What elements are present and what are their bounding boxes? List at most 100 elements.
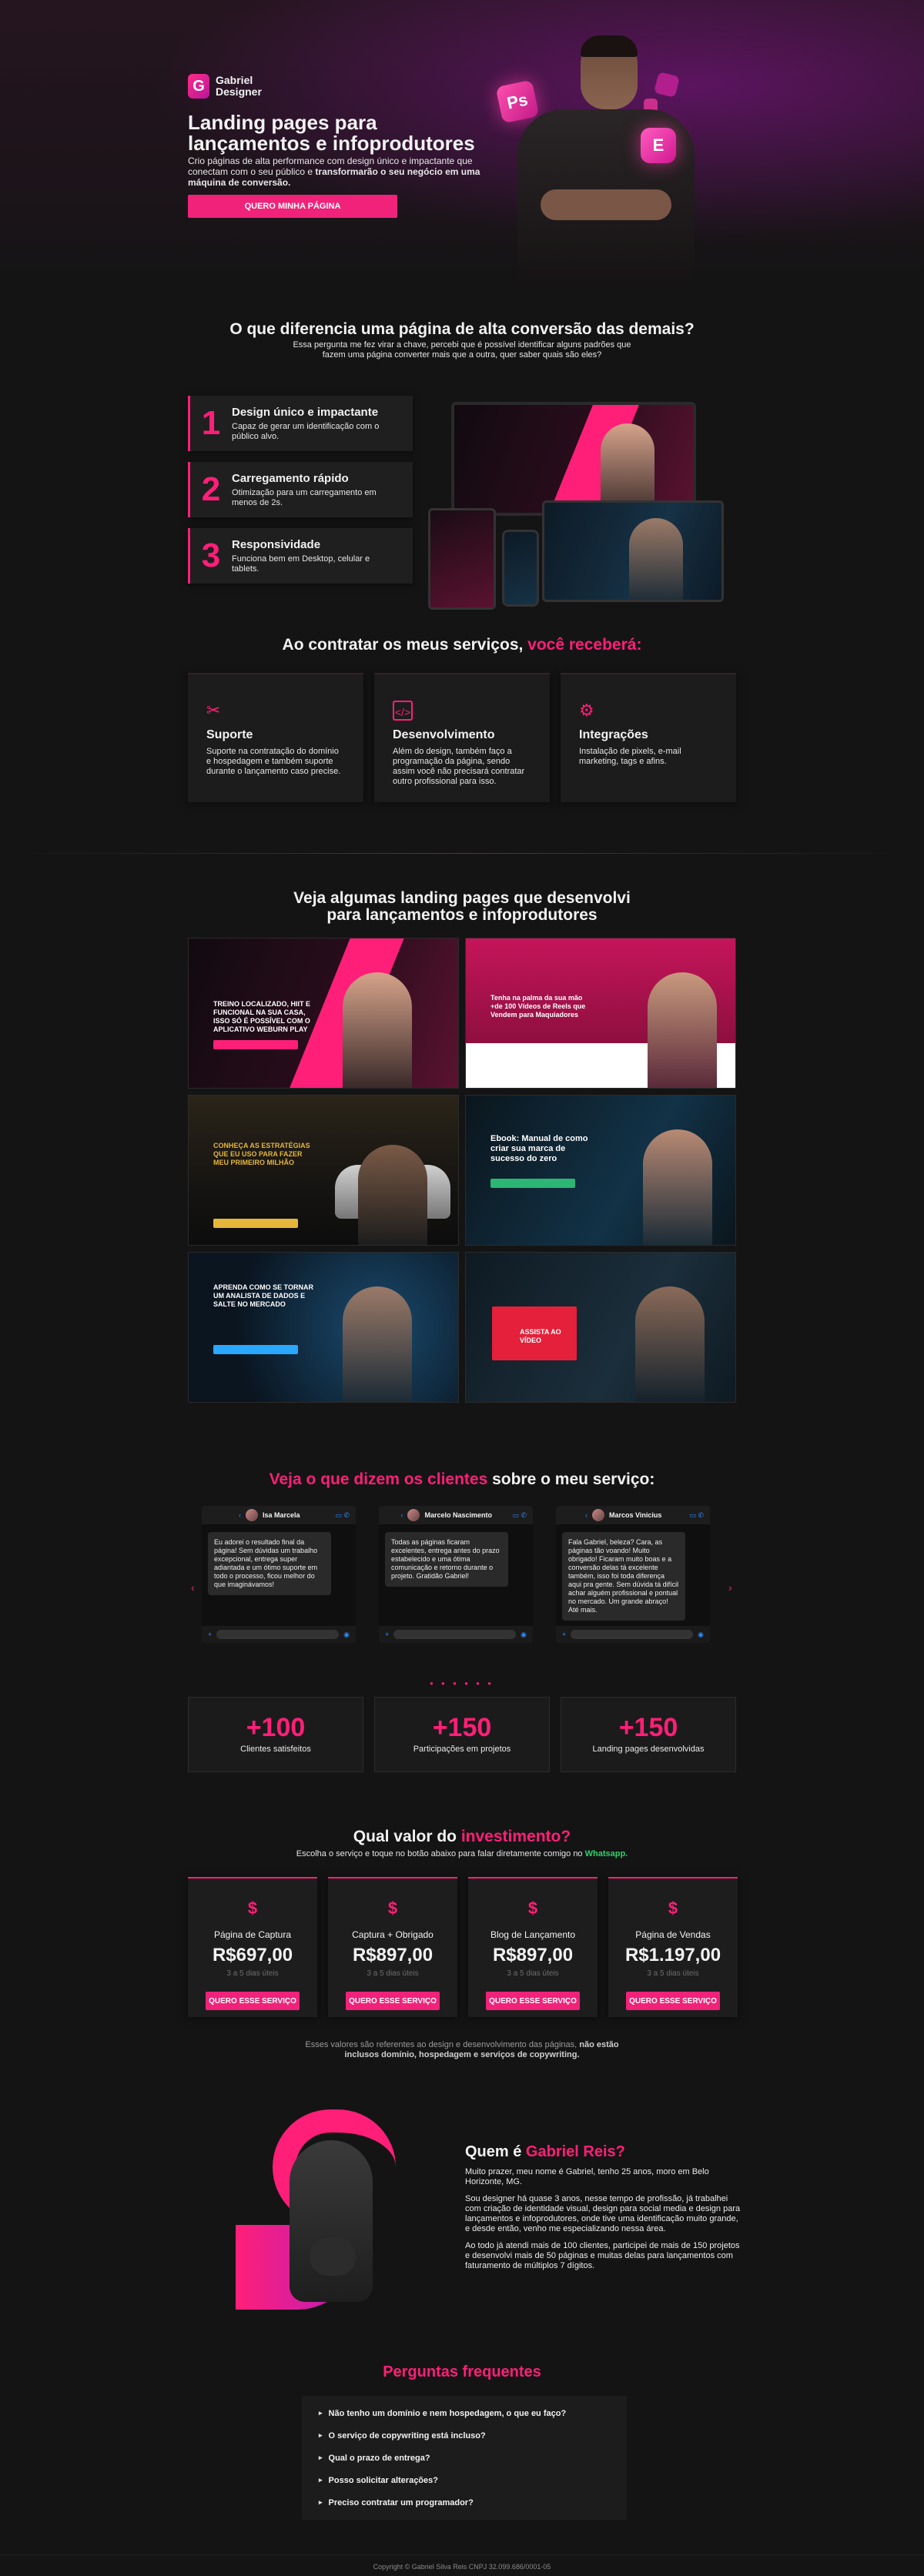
about-title-part1: Quem é (465, 2143, 526, 2160)
service-card-text: Além do design, também faço a programaçã… (393, 747, 525, 786)
price-card-button[interactable]: QUERO ESSE SERVIÇO (206, 1992, 300, 2010)
service-card: </> Desenvolvimento Além do design, tamb… (374, 673, 550, 802)
faq-question: Posso solicitar alterações? (328, 2475, 438, 2485)
about-portrait (236, 2109, 397, 2311)
differential-subtitle-line1: Essa pergunta me fez virar a chave, perc… (293, 340, 631, 350)
price-card-button[interactable]: QUERO ESSE SERVIÇO (486, 1992, 580, 2010)
dollar-icon: $ (247, 1899, 258, 1918)
back-arrow-icon: ‹ (400, 1511, 403, 1519)
price-card-button[interactable]: QUERO ESSE SERVIÇO (346, 1992, 440, 2010)
price-card-name: Blog de Lançamento (490, 1929, 576, 1940)
price-card-value: R$1.197,00 (624, 1945, 721, 1965)
portfolio-title: Veja algumas landing pages que desenvolv… (0, 890, 924, 924)
portfolio-item[interactable]: CONHEÇA AS ESTRATÉGIAS QUE EU USO PARA F… (188, 1095, 459, 1246)
portfolio-item[interactable]: ASSISTA AO VÍDEO (465, 1252, 736, 1403)
differential-number: 2 (201, 470, 221, 508)
chat-input-mock (571, 1630, 694, 1639)
dollar-icon: $ (387, 1899, 398, 1918)
stat-value: +150 (618, 1713, 678, 1742)
price-card-deadline: 3 a 5 dias úteis (647, 1969, 699, 1978)
dollar-icon: $ (668, 1899, 678, 1918)
hero-title-line1: Landing pages para (188, 111, 377, 134)
carousel-dots[interactable]: ● ● ● ● ● ● (0, 1680, 924, 1687)
pricing-title: Qual valor do investimento? (0, 1828, 924, 1846)
price-card-button[interactable]: QUERO ESSE SERVIÇO (626, 1992, 720, 2010)
chat-message: Eu adorei o resultado final da página! S… (208, 1532, 331, 1595)
logo[interactable]: G Gabriel Designer (188, 74, 262, 99)
carousel-next-icon[interactable]: › (728, 1581, 732, 1594)
chat-contact-name: Marcelo Nascimento (424, 1511, 492, 1519)
pricing-title-highlight: investimento? (460, 1828, 571, 1845)
stat-card: +150 Participações em projetos (374, 1697, 550, 1772)
faq-question: Não tenho um domínio e nem hospedagem, o… (328, 2408, 567, 2418)
differential-number: 1 (201, 404, 221, 442)
portfolio-item[interactable]: Tenha na palma da sua mão +de 100 Vídeos… (465, 938, 736, 1089)
price-card-name: Página de Captura (213, 1929, 292, 1940)
portfolio-caption: CONHEÇA AS ESTRATÉGIAS QUE EU USO PARA F… (213, 1142, 310, 1166)
logo-line2: Designer (216, 85, 262, 98)
differential-subtitle: Essa pergunta me fez virar a chave, perc… (0, 340, 924, 360)
price-card-value: R$897,00 (492, 1945, 574, 1965)
testimonial-chat: ‹ Marcos Vinicius ▭ ✆ Fala Gabriel, beleza… (556, 1506, 710, 1643)
service-card-text: Suporte na contratação do domínio e hosp… (206, 747, 341, 776)
price-card-value: R$897,00 (352, 1945, 434, 1965)
avatar (245, 1509, 258, 1521)
chat-input-mock (393, 1630, 517, 1639)
stat-value: +100 (246, 1713, 306, 1742)
camera-icon: ◉ (521, 1630, 527, 1638)
tablet-mockup (428, 508, 496, 610)
video-call-icon: ▭ ✆ (335, 1510, 350, 1519)
service-card: ⚙ Integrações Instalação de pixels, e-ma… (561, 673, 736, 802)
faq-list: ▸ Não tenho um domínio e nem hospedagem, … (302, 2396, 627, 2520)
differential-card: 1 Design único e impactante Capaz de gera… (188, 396, 413, 451)
plus-icon: + (562, 1631, 567, 1638)
portfolio-item[interactable]: Ebook: Manual de como criar sua marca de… (465, 1095, 736, 1246)
faq-item[interactable]: ▸ Posso solicitar alterações? (319, 2469, 610, 2491)
testimonial-chat: ‹ Isa Marcela ▭ ✆ Eu adorei o resultado fi… (202, 1506, 356, 1643)
hero-subtitle: Crio páginas de alta performance com des… (188, 156, 480, 188)
portfolio-cta-mock (213, 1219, 298, 1228)
camera-icon: ◉ (698, 1630, 704, 1638)
gear-icon: ⚙ (579, 701, 594, 720)
differential-title: O que diferencia uma página de alta conv… (229, 320, 695, 338)
faq-item[interactable]: ▸ O serviço de copywriting está incluso? (319, 2424, 610, 2447)
differential-card-text: Capaz de gerar um identificação com o pú… (232, 421, 380, 441)
price-card-name: Página de Vendas (635, 1929, 711, 1940)
portfolio-item[interactable]: APRENDA COMO SE TORNAR UM ANALISTA DE DA… (188, 1252, 459, 1403)
differential-number: 3 (201, 537, 221, 574)
portfolio-caption: APRENDA COMO SE TORNAR UM ANALISTA DE DA… (213, 1283, 314, 1308)
laptop-mockup (542, 500, 724, 602)
stat-value: +150 (432, 1713, 492, 1742)
logo-mark: G (188, 74, 209, 99)
video-call-icon: ▭ ✆ (512, 1510, 527, 1519)
whatsapp-link[interactable]: Whatsapp. (585, 1849, 628, 1858)
differential-card-title: Design único e impactante (232, 405, 379, 419)
price-card-deadline: 3 a 5 dias úteis (226, 1969, 279, 1978)
price-card-value: R$697,00 (212, 1945, 293, 1965)
chevron-right-icon: ▸ (319, 2454, 323, 2461)
chevron-right-icon: ▸ (319, 2409, 323, 2417)
pricing-title-part1: Qual valor do (353, 1828, 461, 1845)
portfolio-item[interactable]: TREINO LOCALIZADO, HIIT E FUNCIONAL NA S… (188, 938, 459, 1089)
chevron-right-icon: ▸ (319, 2476, 323, 2484)
services-title: Ao contratar os meus serviços, você rece… (0, 636, 924, 654)
faq-question: O serviço de copywriting está incluso? (328, 2430, 486, 2441)
faq-item[interactable]: ▸ Preciso contratar um programador? (319, 2491, 610, 2514)
faq-item[interactable]: ▸ Não tenho um domínio e nem hospedagem, … (319, 2402, 610, 2424)
testimonials-title: Veja o que dizem os clientes sobre o meu… (0, 1470, 924, 1489)
service-card-title: Integrações (579, 728, 648, 741)
back-arrow-icon: ‹ (238, 1511, 241, 1519)
hero-cta-button[interactable]: QUERO MINHA PÁGINA (188, 195, 397, 218)
carousel-prev-icon[interactable]: ‹ (191, 1581, 195, 1594)
about-title-highlight: Gabriel Reis? (525, 2143, 625, 2160)
service-card-text: Instalação de pixels, e-mail marketing, … (579, 747, 681, 766)
price-card-name: Captura + Obrigado (352, 1929, 434, 1940)
chevron-right-icon: ▸ (319, 2498, 323, 2506)
camera-icon: ◉ (343, 1630, 350, 1638)
avatar (407, 1509, 420, 1521)
faq-item[interactable]: ▸ Qual o prazo de entrega? (319, 2447, 610, 2469)
services-title-highlight: você receberá: (527, 636, 642, 654)
plus-icon: + (208, 1631, 213, 1638)
chat-message: Fala Gabriel, beleza? Cara, as páginas t… (562, 1532, 685, 1621)
portfolio-cta-mock (213, 1040, 298, 1049)
